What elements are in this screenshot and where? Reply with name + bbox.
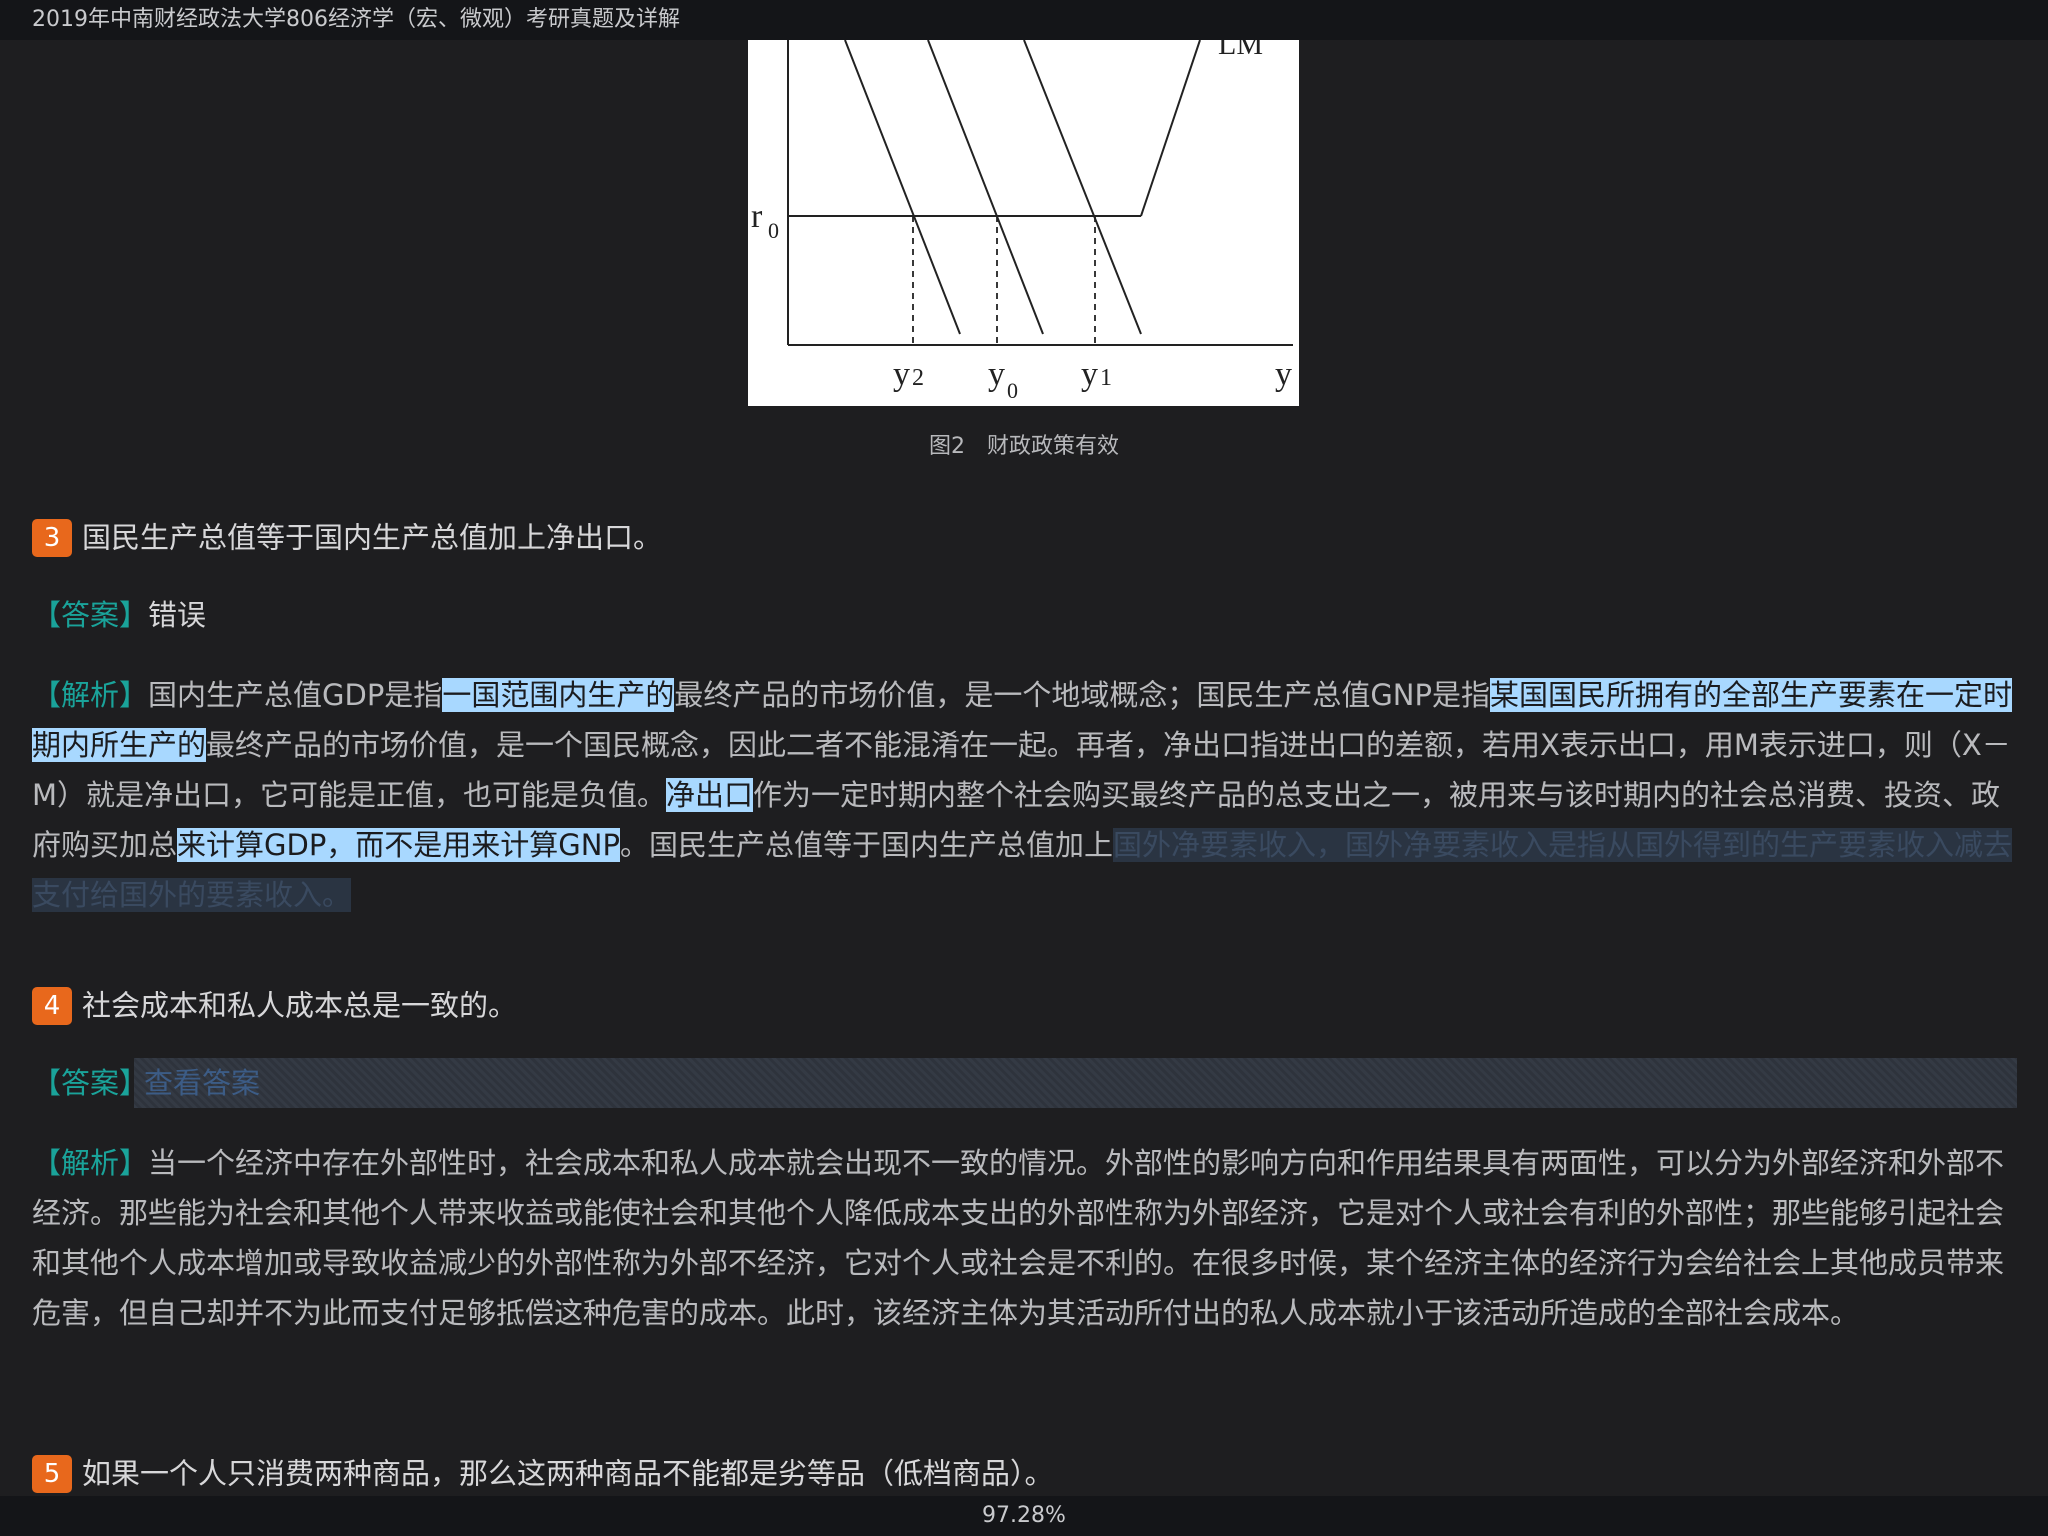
r0-subscript: 0 (768, 218, 779, 243)
question-4: 4 社会成本和私人成本总是一致的。 (32, 987, 517, 1025)
highlighted-text[interactable]: 净出口 (666, 778, 754, 812)
y0-subscript: 0 (1007, 378, 1018, 403)
answer-label: 【答案】 (32, 1066, 149, 1100)
reading-progress: 97.28% (982, 1503, 1066, 1528)
y1-subscript: 1 (1100, 365, 1112, 391)
analysis-text: 国内生产总值GDP是指 (148, 678, 443, 712)
lm-label: LM (1218, 40, 1263, 61)
y1-label: y (1081, 356, 1098, 393)
analysis-paragraph: 【解析】当一个经济中存在外部性时，社会成本和私人成本就会出现不一致的情况。外部性… (32, 1138, 2022, 1338)
analysis-label: 【解析】 (32, 678, 149, 712)
answer-value: 错误 (148, 598, 207, 632)
lm-curve (1140, 40, 1201, 217)
analysis-text: 当一个经济中存在外部性时，社会成本和私人成本就会出现不一致的情况。外部性的影响方… (32, 1146, 2005, 1330)
question-number-badge: 3 (32, 519, 72, 557)
is-curve-1 (1023, 40, 1142, 335)
answer-row: 【答案】错误 (32, 601, 206, 630)
y0-label: y (988, 356, 1005, 393)
analysis-paragraph: 【解析】国内生产总值GDP是指一国范围内生产的最终产品的市场价值，是一个地域概念… (32, 670, 2022, 920)
reading-progress-bar: 97.28% (0, 1496, 2048, 1536)
answer-row: 【答案】 查看答案 (32, 1058, 2017, 1108)
analysis-text: 最终产品的市场价值，是一个地域概念；国民生产总值GNP是指 (674, 678, 1490, 712)
r0-label: r (751, 198, 763, 235)
show-answer-label: 查看答案 (144, 1066, 261, 1100)
show-answer-button[interactable]: 查看答案 (134, 1058, 2017, 1108)
question-number-badge: 4 (32, 987, 72, 1025)
is-lm-diagram: LM r 0 y 2 y 0 y 1 y (751, 40, 1293, 403)
analysis-label: 【解析】 (32, 1146, 149, 1180)
figure-image: LM r 0 y 2 y 0 y 1 y (748, 40, 1299, 406)
question-3: 3 国民生产总值等于国内生产总值加上净出口。 (32, 519, 662, 557)
y2-label: y (893, 356, 910, 393)
analysis-text: 。国民生产总值等于国内生产总值加上 (619, 828, 1113, 862)
question-number-badge: 5 (32, 1455, 72, 1493)
question-text: 国民生产总值等于国内生产总值加上净出口。 (82, 520, 663, 555)
question-5: 5 如果一个人只消费两种商品，那么这两种商品不能都是劣等品（低档商品）。 (32, 1455, 1054, 1493)
document-title-bar: 2019年中南财经政法大学806经济学（宏、微观）考研真题及详解 (0, 0, 2048, 40)
highlighted-text[interactable]: 来计算GDP，而不是用来计算GNP (177, 828, 620, 862)
question-text: 社会成本和私人成本总是一致的。 (82, 988, 518, 1023)
answer-label: 【答案】 (32, 598, 149, 632)
highlighted-text[interactable]: 一国范围内生产的 (442, 678, 675, 712)
y-axis-label: y (1275, 356, 1292, 393)
figure-caption: 图2 财政政策有效 (929, 434, 1119, 459)
is-curve-0 (927, 40, 1044, 335)
document-title: 2019年中南财经政法大学806经济学（宏、微观）考研真题及详解 (32, 7, 680, 32)
y2-subscript: 2 (912, 365, 924, 391)
question-text: 如果一个人只消费两种商品，那么这两种商品不能都是劣等品（低档商品）。 (82, 1456, 1054, 1491)
is-curve-2 (844, 40, 961, 335)
